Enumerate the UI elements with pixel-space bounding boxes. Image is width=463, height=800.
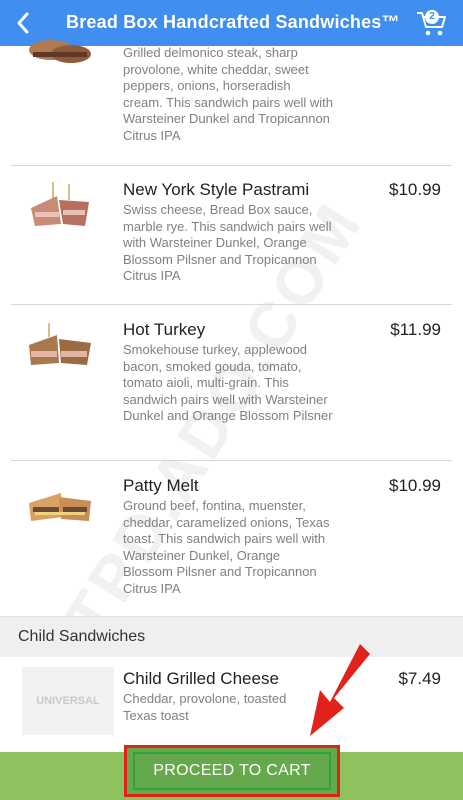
universal-logo: UNIVERSAL: [22, 667, 114, 735]
sandwich-image: [29, 493, 91, 521]
cart-count-badge: 2: [425, 10, 439, 24]
proceed-to-cart-label: PROCEED TO CART: [153, 762, 311, 779]
item-price: $10.99: [389, 180, 441, 199]
item-name: Patty Melt: [123, 476, 199, 495]
sandwich-image: [31, 182, 89, 226]
item-name: Hot Turkey: [123, 320, 206, 339]
cart-button[interactable]: 2: [415, 8, 449, 38]
item-description: Cheddar, provolone, toasted Texas toast: [123, 691, 287, 723]
item-name: Child Grilled Cheese: [123, 669, 279, 688]
sandwich-image: [29, 323, 91, 365]
back-button[interactable]: [10, 8, 36, 38]
item-price: $10.99: [389, 476, 441, 495]
item-price: $7.49: [398, 669, 441, 688]
section-header: Child Sandwiches: [0, 616, 463, 657]
menu-item[interactable]: Patty Melt $10.99 Ground beef, fontina, …: [11, 461, 452, 617]
item-description: Ground beef, fontina, muenster, cheddar,…: [123, 498, 330, 596]
sandwich-image: [29, 40, 91, 63]
menu-item[interactable]: Hot Turkey $11.99 Smokehouse turkey, app…: [11, 305, 452, 461]
menu-item[interactable]: Grilled delmonico steak, sharp provolone…: [11, 40, 452, 166]
item-description: Grilled delmonico steak, sharp provolone…: [123, 45, 333, 143]
section-title: Child Sandwiches: [18, 628, 146, 645]
red-arrow-icon: [310, 644, 370, 736]
logo-text: UNIVERSAL: [36, 695, 100, 707]
item-name: New York Style Pastrami: [123, 180, 310, 199]
proceed-to-cart-button[interactable]: PROCEED TO CART: [124, 745, 340, 797]
menu-item[interactable]: New York Style Pastrami $10.99 Swiss che…: [11, 166, 452, 305]
page-title: Bread Box Handcrafted Sandwiches™: [66, 12, 400, 32]
item-description: Smokehouse turkey, applewood bacon, smok…: [123, 342, 333, 423]
item-description: Swiss cheese, Bread Box sauce, marble ry…: [123, 202, 332, 283]
item-price: $11.99: [390, 320, 441, 339]
chevron-left-icon: [17, 12, 29, 34]
